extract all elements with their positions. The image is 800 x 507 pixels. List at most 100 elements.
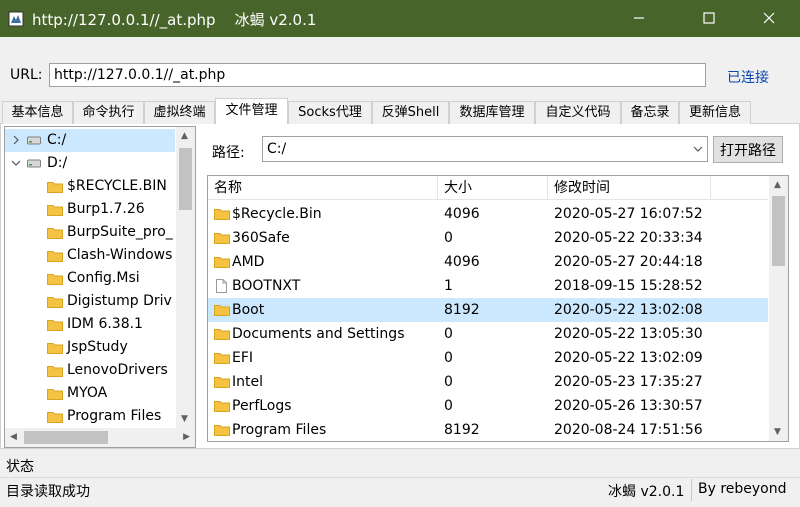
- file-name: $Recycle.Bin: [232, 206, 322, 222]
- tab-memo[interactable]: 备忘录: [621, 101, 679, 124]
- file-modified: 2020-05-22 13:02:09: [554, 350, 703, 366]
- maximize-icon: [703, 12, 715, 24]
- path-combobox[interactable]: C:/: [262, 136, 708, 162]
- tree-item-folder[interactable]: IDM 6.38.1: [5, 313, 175, 336]
- file-row[interactable]: Documents and Settings 0 2020-05-22 13:05:…: [208, 322, 768, 346]
- file-name: AMD: [232, 254, 265, 270]
- scrollbar-thumb[interactable]: [179, 148, 192, 210]
- tree-item-folder[interactable]: JspStudy: [5, 336, 175, 359]
- tree-item-label: $RECYCLE.BIN: [67, 178, 167, 194]
- chevron-right-icon[interactable]: [11, 135, 21, 145]
- folder-icon: [47, 320, 63, 331]
- folder-icon: [214, 305, 230, 316]
- open-path-button[interactable]: 打开路径: [713, 136, 783, 163]
- tab-basic-info[interactable]: 基本信息: [2, 101, 73, 124]
- folder-icon: [47, 389, 63, 400]
- scrollbar-thumb[interactable]: [24, 431, 108, 444]
- tab-file-manager[interactable]: 文件管理: [215, 98, 288, 125]
- url-input[interactable]: [49, 63, 706, 87]
- tab-command-exec[interactable]: 命令执行: [73, 101, 144, 124]
- scrollbar-thumb[interactable]: [772, 196, 785, 266]
- tab-label: 备忘录: [630, 105, 670, 120]
- tab-label: Socks代理: [298, 105, 362, 120]
- folder-icon: [214, 233, 230, 244]
- file-name: 360Safe: [232, 230, 290, 246]
- tree-item-folder[interactable]: LenovoDrivers: [5, 359, 175, 382]
- folder-icon: [47, 412, 63, 423]
- tree-item-folder[interactable]: $RECYCLE.BIN: [5, 175, 175, 198]
- tab-bar: 基本信息 命令执行 虚拟终端 文件管理 Socks代理 反弹Shell 数据库管…: [0, 98, 800, 125]
- file-size: 8192: [444, 302, 480, 318]
- chevron-down-icon[interactable]: [11, 158, 21, 168]
- scroll-down-icon[interactable]: ▼: [774, 427, 781, 437]
- tree-item-folder[interactable]: Program Files: [5, 405, 175, 428]
- tree-item-label: BurpSuite_pro_: [67, 224, 173, 240]
- folder-icon: [214, 425, 230, 436]
- tab-label: 反弹Shell: [381, 105, 440, 120]
- tree-item-folder[interactable]: MYOA: [5, 382, 175, 405]
- status-author: By rebeyond: [698, 481, 787, 497]
- path-value[interactable]: C:/: [267, 141, 286, 157]
- window-title: http://127.0.0.1//_at.php 冰蝎 v2.0.1: [32, 11, 317, 29]
- file-row[interactable]: $Recycle.Bin 4096 2020-05-27 16:07:52: [208, 202, 768, 226]
- file-row[interactable]: PerfLogs 0 2020-05-26 13:30:57: [208, 394, 768, 418]
- file-list: 名称 大小 修改时间 $Recycle.Bin 4096 2020-05-27 16…: [207, 175, 789, 442]
- scroll-right-icon[interactable]: ▶: [183, 432, 190, 442]
- file-row[interactable]: Boot 8192 2020-05-22 13:02:08: [208, 298, 768, 322]
- file-row[interactable]: 360Safe 0 2020-05-22 20:33:34: [208, 226, 768, 250]
- file-name: PerfLogs: [232, 398, 292, 414]
- column-modified[interactable]: 修改时间: [548, 176, 711, 200]
- column-size[interactable]: 大小: [438, 176, 548, 200]
- file-size: 4096: [444, 254, 480, 270]
- file-row[interactable]: AMD 4096 2020-05-27 20:44:18: [208, 250, 768, 274]
- folder-icon: [47, 228, 63, 239]
- tree-vertical-scrollbar[interactable]: ▲ ▼: [176, 127, 195, 428]
- tree-item-drive-c[interactable]: C:/: [5, 129, 175, 152]
- file-size: 0: [444, 374, 453, 390]
- close-button[interactable]: [746, 0, 792, 37]
- tab-socks-proxy[interactable]: Socks代理: [288, 101, 372, 124]
- column-name[interactable]: 名称: [208, 176, 438, 200]
- folder-icon: [47, 251, 63, 262]
- maximize-button[interactable]: [686, 0, 732, 37]
- scroll-left-icon[interactable]: ◀: [10, 432, 17, 442]
- tree-item-label: C:/: [47, 132, 67, 148]
- scroll-up-icon[interactable]: ▲: [181, 131, 188, 141]
- tree-item-folder[interactable]: Burp1.7.26: [5, 198, 175, 221]
- tree-item-label: LenovoDrivers: [67, 362, 168, 378]
- file-name: Intel: [232, 374, 263, 390]
- file-row[interactable]: BOOTNXT 1 2018-09-15 15:28:52: [208, 274, 768, 298]
- tree-horizontal-scrollbar[interactable]: ◀ ▶: [5, 428, 195, 447]
- tab-update-info[interactable]: 更新信息: [679, 101, 751, 124]
- file-modified: 2020-05-22 13:02:08: [554, 302, 703, 318]
- file-row[interactable]: Intel 0 2020-05-23 17:35:27: [208, 370, 768, 394]
- tab-virtual-terminal[interactable]: 虚拟终端: [144, 101, 215, 124]
- tab-reverse-shell[interactable]: 反弹Shell: [372, 101, 449, 124]
- tab-label: 命令执行: [82, 105, 135, 120]
- file-modified: 2020-05-26 13:30:57: [554, 398, 703, 414]
- tree-item-folder[interactable]: Digistump Driv: [5, 290, 175, 313]
- file-size: 0: [444, 350, 453, 366]
- file-row[interactable]: Program Files 8192 2020-08-24 17:51:56: [208, 418, 768, 441]
- minimize-button[interactable]: [616, 0, 662, 37]
- tab-database[interactable]: 数据库管理: [449, 101, 535, 124]
- drive-icon: [27, 159, 41, 168]
- file-row[interactable]: EFI 0 2020-05-22 13:02:09: [208, 346, 768, 370]
- file-name: Program Files: [232, 422, 327, 438]
- close-icon: [763, 12, 775, 24]
- tree-item-folder[interactable]: Config.Msi: [5, 267, 175, 290]
- file-name: Documents and Settings: [232, 326, 405, 342]
- scroll-up-icon[interactable]: ▲: [774, 180, 781, 190]
- tree-item-folder[interactable]: Clash-Windows: [5, 244, 175, 267]
- status-message: 目录读取成功: [6, 484, 90, 500]
- chevron-down-icon[interactable]: [693, 145, 703, 153]
- file-size: 1: [444, 278, 453, 294]
- list-vertical-scrollbar[interactable]: ▲ ▼: [769, 176, 788, 441]
- folder-icon: [214, 353, 230, 364]
- scroll-down-icon[interactable]: ▼: [181, 414, 188, 424]
- tree-item-drive-d[interactable]: D:/: [5, 152, 175, 175]
- connection-status: 已连接: [727, 70, 769, 86]
- tab-custom-code[interactable]: 自定义代码: [535, 101, 621, 124]
- tab-label: 文件管理: [225, 103, 278, 118]
- tree-item-folder[interactable]: BurpSuite_pro_: [5, 221, 175, 244]
